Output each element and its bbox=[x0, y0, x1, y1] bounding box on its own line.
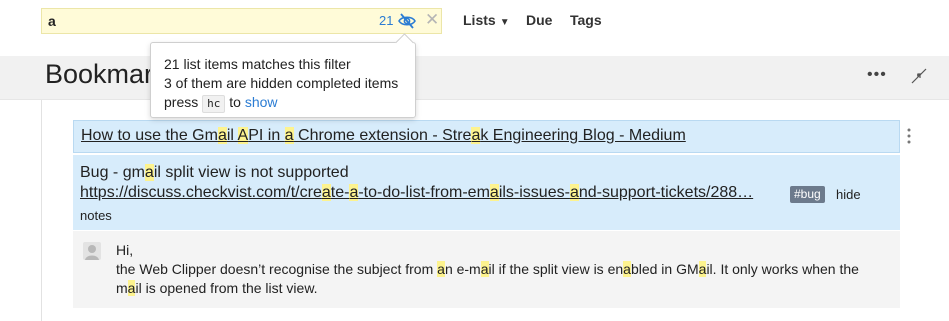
caret-down-icon: ▼ bbox=[499, 17, 510, 28]
item-link[interactable]: https://discuss.checkvist.com/t/create-a… bbox=[80, 184, 753, 202]
filter-tooltip: 21 list items matches this filter 3 of t… bbox=[150, 33, 416, 118]
list-item[interactable]: How to use the Gmail API in a Chrome ext… bbox=[73, 120, 900, 153]
tooltip-match-text: 21 list items matches this filter bbox=[164, 56, 351, 72]
close-icon[interactable]: ✕ bbox=[425, 10, 439, 30]
note-greeting: Hi, bbox=[116, 242, 134, 258]
nav-tags-link[interactable]: Tags bbox=[570, 12, 602, 28]
item-text[interactable]: Bug - gmail split view is not supported bbox=[80, 164, 349, 182]
collapse-arrows-icon[interactable] bbox=[911, 68, 927, 84]
note-body: the Web Clipper doesn’t recognise the su… bbox=[116, 261, 859, 296]
user-avatar bbox=[83, 242, 101, 260]
shortcut-key: hc bbox=[202, 95, 226, 113]
eye-slash-icon[interactable] bbox=[398, 13, 416, 29]
tooltip-hint: press hc to show bbox=[164, 94, 278, 113]
filter-box[interactable]: 21 ✕ bbox=[41, 8, 442, 34]
top-bar: 21 ✕ Lists▼ Due Tags bbox=[0, 0, 949, 56]
notes-toggle-label[interactable]: notes bbox=[80, 208, 112, 223]
outline-guide bbox=[41, 100, 42, 321]
tag-badge[interactable]: #bug bbox=[790, 186, 825, 203]
list-item[interactable]: Bug - gmail split view is not supported … bbox=[73, 155, 900, 230]
nav-lists-label: Lists bbox=[463, 12, 496, 28]
item-link[interactable]: How to use the Gmail API in a Chrome ext… bbox=[81, 127, 686, 145]
match-count[interactable]: 21 bbox=[379, 13, 393, 28]
filter-input[interactable] bbox=[48, 11, 348, 31]
vertical-ellipsis-icon[interactable] bbox=[906, 126, 912, 146]
list-header: Bookmarks ••• bbox=[0, 56, 949, 100]
nav-lists-menu[interactable]: Lists ▼ bbox=[463, 12, 510, 28]
nav-due-link[interactable]: Due bbox=[526, 12, 552, 28]
ellipsis-icon[interactable]: ••• bbox=[867, 66, 887, 84]
tooltip-hidden-text: 3 of them are hidden completed items bbox=[164, 75, 399, 91]
item-note: Hi, the Web Clipper doesn’t recognise th… bbox=[73, 231, 900, 308]
show-completed-link[interactable]: show bbox=[245, 94, 278, 110]
hide-notes-button[interactable]: hide bbox=[836, 187, 861, 202]
